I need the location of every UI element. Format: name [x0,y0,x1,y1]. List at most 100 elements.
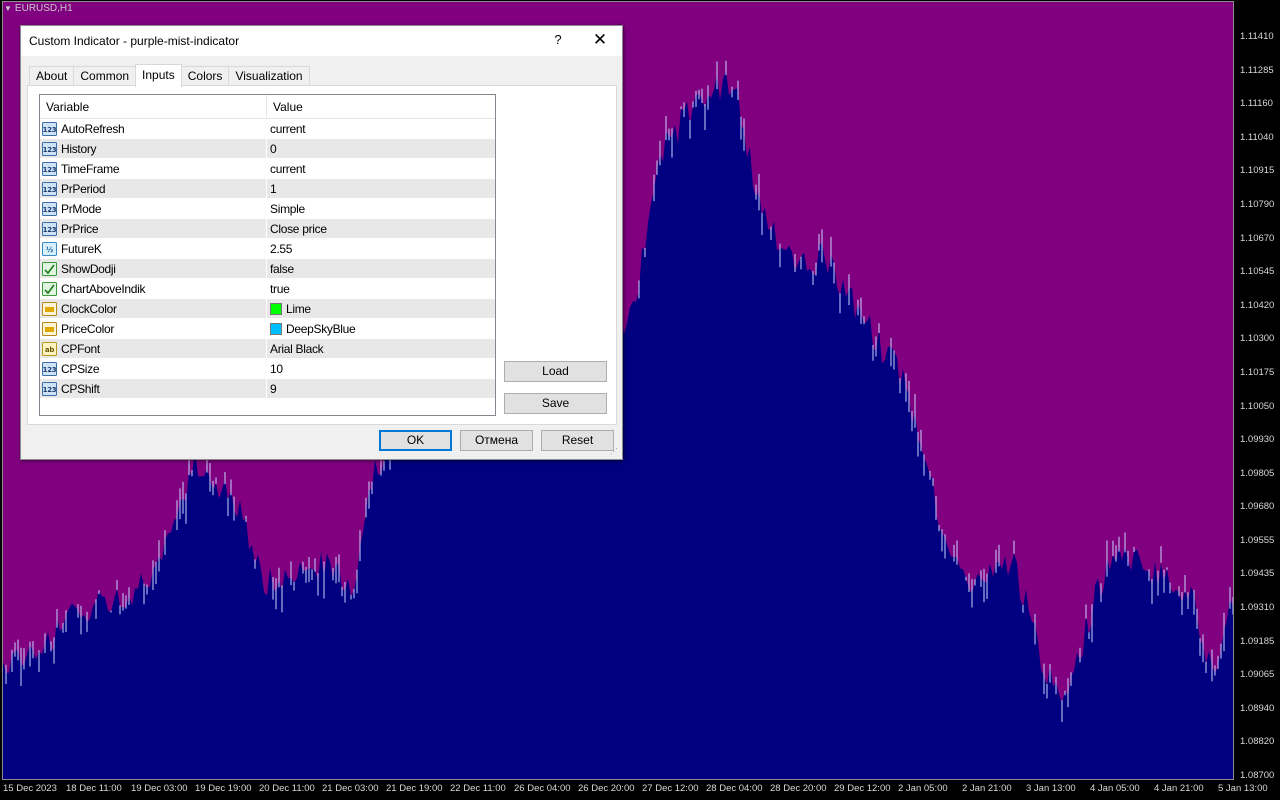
variable-name: ShowDodji [61,261,116,276]
chart-symbol-label[interactable]: ▼ EURUSD,H1 [4,3,73,14]
svg-text:123: 123 [43,126,57,134]
value-cell[interactable]: 10 [267,359,495,378]
close-icon[interactable]: ✕ [585,26,615,56]
value-cell[interactable]: false [267,259,495,278]
int-icon: 123 [42,381,57,396]
variable-value: current [270,161,306,176]
input-row-futurek[interactable]: ½ FutureK 2.55 [40,239,495,259]
variable-cell[interactable]: ShowDodji [40,259,267,278]
variable-cell[interactable]: ab CPFont [40,339,267,358]
variable-cell[interactable]: ChartAboveIndik [40,279,267,298]
input-row-history[interactable]: 123 History 0 [40,139,495,159]
value-cell[interactable]: true [267,279,495,298]
variable-cell[interactable]: 123 TimeFrame [40,159,267,178]
variable-cell[interactable]: 123 History [40,139,267,158]
ok-button[interactable]: OK [379,430,452,451]
variable-value: 1 [270,181,277,196]
price-tick-label: 1.11285 [1240,64,1274,76]
string-icon: ab [42,341,57,356]
resize-grip-icon[interactable]: ⋰ [610,447,620,457]
dialog-title: Custom Indicator - purple-mist-indicator [29,34,240,48]
tab-inputs[interactable]: Inputs [135,64,182,87]
value-cell[interactable]: DeepSkyBlue [267,319,495,338]
column-header-variable[interactable]: Variable [40,95,267,118]
save-button[interactable]: Save [504,393,607,414]
value-cell[interactable]: current [267,119,495,138]
input-row-autorefresh[interactable]: 123 AutoRefresh current [40,119,495,139]
variable-value: 2.55 [270,241,293,256]
time-tick-label: 27 Dec 12:00 [642,783,699,794]
input-row-cpshift[interactable]: 123 CPShift 9 [40,379,495,399]
value-cell[interactable]: Arial Black [267,339,495,358]
value-cell[interactable]: 1 [267,179,495,198]
svg-text:123: 123 [43,146,57,154]
variable-cell[interactable]: PriceColor [40,319,267,338]
variable-cell[interactable]: 123 PrPeriod [40,179,267,198]
cancel-button[interactable]: Отмена [460,430,533,451]
time-tick-label: 19 Dec 19:00 [195,783,252,794]
price-tick-label: 1.09680 [1240,501,1275,513]
input-row-chartaboveindik[interactable]: ChartAboveIndik true [40,279,495,299]
input-row-clockcolor[interactable]: ClockColor Lime [40,299,495,319]
help-icon[interactable]: ? [543,26,573,56]
time-tick-label: 2 Jan 05:00 [898,783,948,794]
tab-strip: About Common Inputs Colors Visualization [29,64,310,87]
input-row-prperiod[interactable]: 123 PrPeriod 1 [40,179,495,199]
input-row-prmode[interactable]: 123 PrMode Simple [40,199,495,219]
input-row-pricecolor[interactable]: PriceColor DeepSkyBlue [40,319,495,339]
input-row-cpsize[interactable]: 123 CPSize 10 [40,359,495,379]
variable-name: CPSize [61,361,100,376]
price-tick-label: 1.09065 [1240,669,1275,681]
variable-name: ChartAboveIndik [61,281,146,296]
inputs-panel: Variable Value 123 AutoRefresh current 123 H… [27,85,617,425]
price-tick-label: 1.08700 [1240,770,1275,781]
variable-value: Close price [270,221,327,236]
value-cell[interactable]: current [267,159,495,178]
variable-value: true [270,281,290,296]
tab-common[interactable]: Common [73,66,137,86]
variable-name: ClockColor [61,301,117,316]
variable-cell[interactable]: 123 AutoRefresh [40,119,267,138]
tab-colors[interactable]: Colors [180,66,230,86]
value-cell[interactable]: 9 [267,379,495,398]
price-tick-label: 1.09555 [1240,534,1275,546]
input-row-prprice[interactable]: 123 PrPrice Close price [40,219,495,239]
input-row-showdodji[interactable]: ShowDodji false [40,259,495,279]
input-row-cpfont[interactable]: ab CPFont Arial Black [40,339,495,359]
dialog-title-bar[interactable]: Custom Indicator - purple-mist-indicator… [21,26,622,56]
time-tick-label: 21 Dec 03:00 [322,783,379,794]
price-tick-label: 1.10050 [1240,400,1275,412]
int-icon: 123 [42,201,57,216]
int-icon: 123 [42,141,57,156]
variable-cell[interactable]: 123 PrMode [40,199,267,218]
variable-cell[interactable]: 123 CPShift [40,379,267,398]
price-tick-label: 1.10420 [1240,299,1275,311]
value-cell[interactable]: Lime [267,299,495,318]
variable-cell[interactable]: ½ FutureK [40,239,267,258]
tab-about[interactable]: About [29,66,75,86]
column-header-value[interactable]: Value [267,95,495,118]
variable-cell[interactable]: 123 PrPrice [40,219,267,238]
load-button[interactable]: Load [504,361,607,382]
time-tick-label: 28 Dec 20:00 [770,783,827,794]
value-cell[interactable]: Close price [267,219,495,238]
color-swatch[interactable] [270,302,282,315]
variable-cell[interactable]: ClockColor [40,299,267,318]
color-swatch[interactable] [270,322,282,335]
value-cell[interactable]: 0 [267,139,495,158]
bool-icon [42,281,57,296]
value-cell[interactable]: 2.55 [267,239,495,258]
input-row-timeframe[interactable]: 123 TimeFrame current [40,159,495,179]
grid-rows: 123 AutoRefresh current 123 History 0 123 TimeF… [40,119,495,399]
reset-button[interactable]: Reset [541,430,614,451]
price-tick-label: 1.09805 [1240,467,1275,479]
color-icon [42,301,57,316]
tab-visualization[interactable]: Visualization [228,66,310,86]
time-tick-label: 21 Dec 19:00 [386,783,443,794]
value-cell[interactable]: Simple [267,199,495,218]
variable-value: DeepSkyBlue [286,321,356,336]
variable-name: CPShift [61,381,100,396]
price-tick-label: 1.11160 [1240,98,1273,110]
chart-menu-triangle-icon[interactable]: ▼ [4,4,12,13]
variable-cell[interactable]: 123 CPSize [40,359,267,378]
